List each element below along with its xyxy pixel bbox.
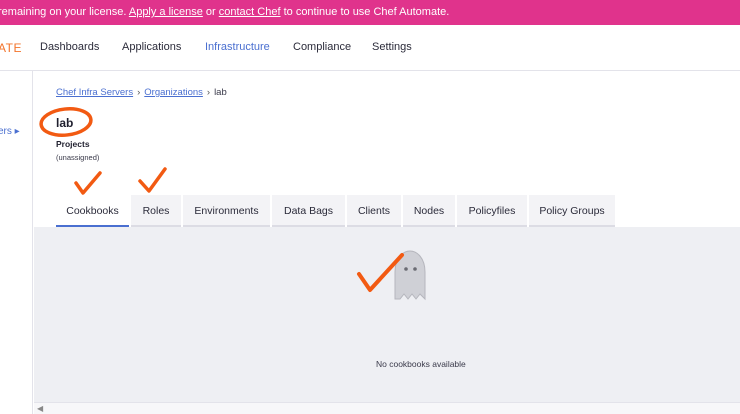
banner-text-before: remaining on your license. — [0, 6, 129, 18]
scroll-left-arrow-icon[interactable]: ◀ — [37, 404, 43, 413]
tab-environments[interactable]: Environments — [183, 195, 270, 227]
tab-policyfiles[interactable]: Policyfiles — [457, 195, 527, 227]
breadcrumb-chef-infra-servers[interactable]: Chef Infra Servers — [56, 87, 133, 98]
breadcrumb-organizations[interactable]: Organizations — [144, 87, 203, 98]
nav-settings[interactable]: Settings — [372, 41, 412, 53]
empty-state-message: No cookbooks available — [376, 359, 466, 369]
app-logo[interactable]: ATE — [0, 41, 22, 55]
tab-nodes[interactable]: Nodes — [403, 195, 455, 227]
license-banner: remaining on your license. Apply a licen… — [0, 0, 740, 25]
breadcrumb-separator: › — [206, 87, 211, 98]
banner-text-or: or — [202, 6, 219, 18]
tab-data-bags[interactable]: Data Bags — [272, 195, 345, 227]
nav-compliance[interactable]: Compliance — [293, 41, 351, 53]
horizontal-scrollbar[interactable]: ◀ — [34, 402, 740, 414]
banner-text-after: to continue to use Chef Automate. — [280, 6, 450, 18]
tab-roles[interactable]: Roles — [131, 195, 181, 227]
breadcrumb: Chef Infra Servers › Organizations › lab — [56, 87, 227, 98]
nav-applications[interactable]: Applications — [122, 41, 181, 53]
breadcrumb-current: lab — [214, 87, 227, 98]
projects-label: Projects — [56, 139, 90, 149]
tab-policy-groups[interactable]: Policy Groups — [529, 195, 615, 227]
tab-clients[interactable]: Clients — [347, 195, 401, 227]
contact-chef-link[interactable]: contact Chef — [219, 6, 281, 18]
page-title: lab — [56, 116, 74, 130]
sidebar-item-chef-servers[interactable]: ers ▸ — [0, 126, 20, 137]
tab-cookbooks[interactable]: Cookbooks — [56, 195, 129, 227]
breadcrumb-separator: › — [137, 87, 141, 98]
ghost-icon — [383, 246, 437, 307]
nav-dashboards[interactable]: Dashboards — [40, 41, 99, 53]
apply-license-link[interactable]: Apply a license — [129, 6, 203, 18]
projects-value: (unassigned) — [56, 153, 100, 162]
top-navigation: ATE Dashboards Applications Infrastructu… — [0, 25, 740, 71]
sidebar: ers ▸ — [0, 71, 33, 414]
nav-infrastructure[interactable]: Infrastructure — [205, 41, 270, 53]
